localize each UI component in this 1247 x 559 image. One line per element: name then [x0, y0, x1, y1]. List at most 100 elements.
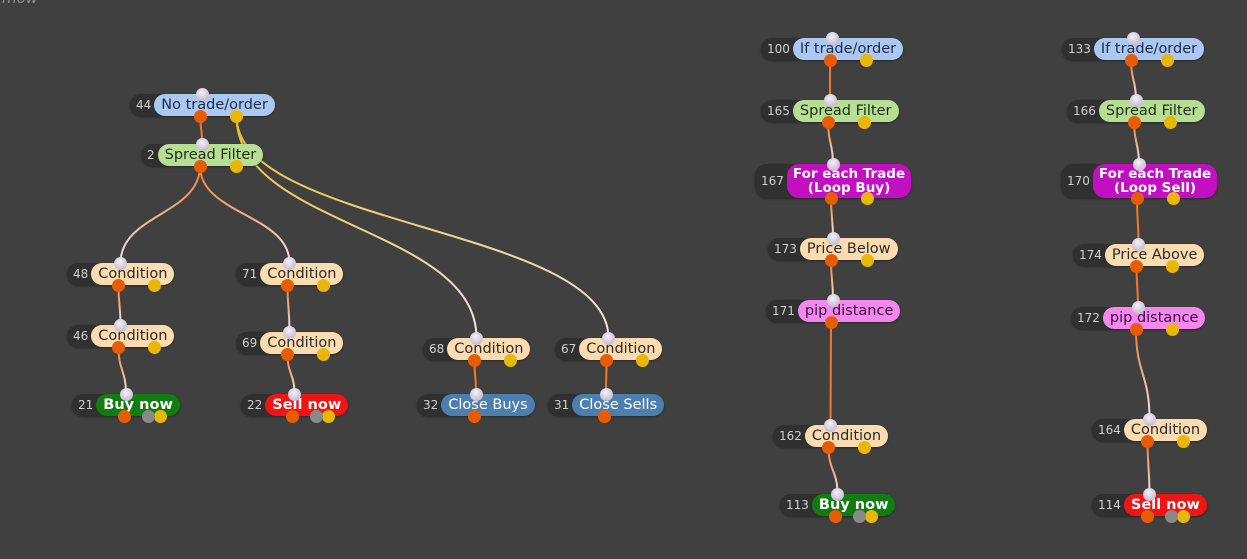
- alt-output-port[interactable]: [317, 278, 330, 292]
- alt-output-port[interactable]: [317, 347, 330, 361]
- input-port[interactable]: [1143, 412, 1156, 426]
- output-port[interactable]: [1141, 509, 1154, 523]
- output-port[interactable]: [194, 109, 207, 123]
- input-port[interactable]: [599, 387, 613, 401]
- input-port[interactable]: [1132, 237, 1145, 251]
- output-port[interactable]: [824, 315, 838, 329]
- node-label: If trade/order: [792, 38, 904, 60]
- alt-output-port[interactable]: [229, 159, 243, 173]
- input-port[interactable]: [195, 137, 209, 151]
- input-port[interactable]: [1129, 93, 1143, 107]
- output-port[interactable]: [281, 347, 294, 361]
- input-port[interactable]: [824, 418, 837, 432]
- input-port[interactable]: [1126, 31, 1140, 45]
- node-label: For each Trade (Loop Sell): [1092, 164, 1218, 198]
- output-port[interactable]: [1127, 115, 1141, 129]
- alt-output-port[interactable]: [1166, 191, 1180, 205]
- output-port[interactable]: [822, 440, 835, 454]
- output-port[interactable]: [281, 278, 294, 292]
- output-port[interactable]: [1129, 322, 1143, 336]
- input-port[interactable]: [831, 487, 844, 501]
- output-port[interactable]: [821, 115, 835, 129]
- output-port[interactable]: [829, 509, 842, 523]
- alt-output-port[interactable]: [1177, 434, 1190, 448]
- output-port[interactable]: [468, 353, 481, 367]
- output-port[interactable]: [823, 53, 837, 67]
- alt-output-port[interactable]: [858, 440, 871, 454]
- input-port[interactable]: [288, 387, 301, 401]
- main-wire: [829, 321, 832, 426]
- alt-output-port[interactable]: [148, 340, 161, 354]
- output-port[interactable]: [1124, 53, 1138, 67]
- input-port[interactable]: [119, 387, 133, 401]
- input-port[interactable]: [1143, 487, 1156, 501]
- alt-output-port[interactable]: [1177, 509, 1190, 523]
- alt-output-port[interactable]: [859, 53, 873, 67]
- alt-output-port[interactable]: [865, 509, 878, 523]
- node-label: No trade/order: [154, 94, 275, 116]
- alt-output-port[interactable]: [860, 191, 874, 205]
- output-port[interactable]: [597, 409, 611, 423]
- output-port[interactable]: [112, 340, 125, 354]
- alt-output-port[interactable]: [504, 353, 517, 367]
- output-port[interactable]: [467, 409, 481, 423]
- node-id: 2: [147, 148, 155, 162]
- input-port[interactable]: [114, 318, 127, 332]
- output-port[interactable]: [1130, 191, 1144, 205]
- input-port[interactable]: [825, 31, 839, 45]
- input-port[interactable]: [283, 325, 296, 339]
- input-port[interactable]: [469, 387, 483, 401]
- graph-canvas[interactable]: mow 44No trade/order2Spread Filter48Cond…: [0, 0, 1247, 559]
- alt-output-port[interactable]: [1165, 322, 1179, 336]
- main-wire: [117, 346, 127, 395]
- node-label: Condition: [260, 263, 344, 285]
- node-id: 171: [772, 304, 795, 318]
- node-id: 71: [242, 267, 258, 281]
- alt-output-port[interactable]: [1166, 259, 1179, 273]
- alt-output-port[interactable]: [860, 253, 874, 267]
- node-label: Condition: [260, 332, 344, 354]
- node-id: 173: [774, 242, 797, 256]
- output-port[interactable]: [1141, 434, 1154, 448]
- alt-output-port[interactable]: [857, 115, 871, 129]
- output-port[interactable]: [824, 253, 838, 267]
- input-port[interactable]: [1132, 157, 1146, 171]
- node-id: 114: [1098, 498, 1121, 512]
- output-port[interactable]: [600, 353, 613, 367]
- input-port[interactable]: [283, 256, 296, 270]
- alt-output-port[interactable]: [148, 278, 161, 292]
- input-port[interactable]: [823, 93, 837, 107]
- alt-output-port[interactable]: [322, 409, 335, 423]
- node-id: 162: [779, 429, 802, 443]
- alt-output-port[interactable]: [1160, 53, 1174, 67]
- input-port[interactable]: [1131, 300, 1145, 314]
- input-port[interactable]: [114, 256, 127, 270]
- node-id: 165: [767, 104, 790, 118]
- node-label: Price Above: [1104, 244, 1205, 266]
- output-port[interactable]: [286, 409, 299, 423]
- node-label: Condition: [91, 325, 175, 347]
- input-port[interactable]: [826, 231, 840, 245]
- input-port[interactable]: [196, 87, 209, 101]
- disabled-output-port[interactable]: [310, 409, 323, 423]
- disabled-output-port[interactable]: [1165, 509, 1178, 523]
- node-id: 46: [73, 329, 89, 343]
- input-port[interactable]: [470, 331, 483, 345]
- disabled-output-port[interactable]: [853, 509, 866, 523]
- main-wire: [199, 165, 291, 264]
- output-port[interactable]: [1130, 259, 1143, 273]
- input-port[interactable]: [826, 293, 840, 307]
- output-port[interactable]: [824, 191, 838, 205]
- output-port[interactable]: [112, 278, 125, 292]
- input-port[interactable]: [826, 157, 840, 171]
- output-port[interactable]: [193, 159, 207, 173]
- main-wire: [827, 446, 839, 495]
- alt-output-port[interactable]: [230, 109, 243, 123]
- alt-output-port[interactable]: [1163, 115, 1177, 129]
- alt-output-port[interactable]: [636, 353, 649, 367]
- disabled-output-port[interactable]: [141, 409, 155, 423]
- input-port[interactable]: [602, 331, 615, 345]
- node-label: For each Trade (Loop Buy): [786, 164, 912, 198]
- alt-output-port[interactable]: [153, 409, 167, 423]
- output-port[interactable]: [117, 409, 131, 423]
